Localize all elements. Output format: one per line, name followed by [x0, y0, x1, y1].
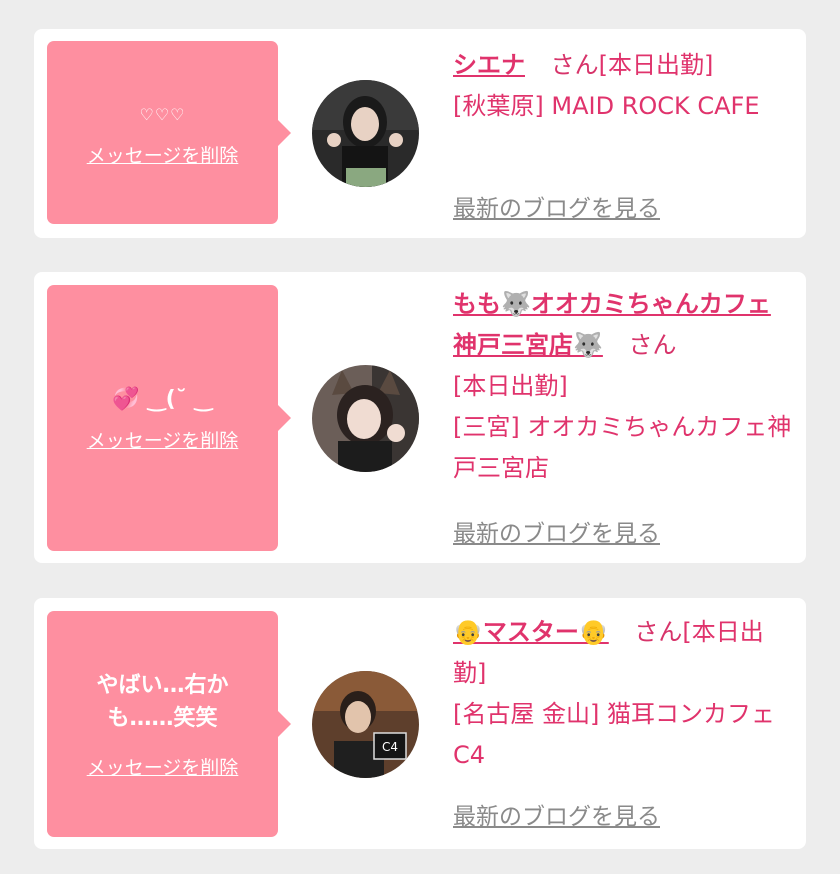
shop-area: [名古屋 金山] [453, 700, 600, 728]
avatar[interactable]: C4 [312, 671, 419, 778]
cast-name-link[interactable]: シエナ [453, 51, 525, 79]
honorific: さん [634, 618, 683, 646]
message-card-1: ♡♡♡ メッセージを削除 シエナ さん[本日出勤] [秋葉原] MAID ROC… [34, 29, 806, 238]
attendance-status: [本日出勤] [598, 51, 714, 79]
message-bubble: やばい…右かも……笑笑 メッセージを削除 [47, 611, 291, 837]
cast-info: シエナ さん[本日出勤] [秋葉原] MAID ROCK CAFE [453, 45, 793, 127]
cast-name-link[interactable]: もも🐺オオカミちゃんカフェ神戸三宮店🐺 [453, 290, 771, 359]
avatar[interactable] [312, 80, 419, 187]
delete-message-link[interactable]: メッセージを削除 [87, 141, 239, 168]
shop-area: [三宮] [453, 413, 520, 441]
message-card-2: 💞 ‿(˘ ‿ メッセージを削除 もも🐺オオカミちゃんカフェ神戸三宮店🐺 さん … [34, 272, 806, 563]
latest-blog-link[interactable]: 最新のブログを見る [453, 514, 660, 548]
delete-message-link[interactable]: メッセージを削除 [87, 426, 239, 453]
message-bubble: ♡♡♡ メッセージを削除 [47, 41, 291, 224]
message-card-3: やばい…右かも……笑笑 メッセージを削除 C4 👴マスター👴 さん[本日出勤] … [34, 598, 806, 849]
shop-area: [秋葉原] [453, 92, 544, 120]
shop-name: MAID ROCK CAFE [551, 92, 760, 120]
svg-text:C4: C4 [382, 740, 398, 754]
latest-blog-link[interactable]: 最新のブログを見る [453, 797, 660, 831]
attendance-status: [本日出勤] [453, 372, 568, 400]
message-text: ♡♡♡ [139, 104, 186, 124]
honorific: さん [550, 51, 599, 79]
cast-name-link[interactable]: 👴マスター👴 [453, 618, 609, 646]
latest-blog-link[interactable]: 最新のブログを見る [453, 189, 660, 223]
delete-message-link[interactable]: メッセージを削除 [87, 753, 239, 780]
message-bubble: 💞 ‿(˘ ‿ メッセージを削除 [47, 285, 291, 551]
message-text: やばい…右かも……笑笑 [96, 672, 229, 731]
message-text: 💞 ‿(˘ ‿ [112, 387, 213, 412]
cast-info: もも🐺オオカミちゃんカフェ神戸三宮店🐺 さん [本日出勤] [三宮] オオカミち… [453, 284, 793, 489]
cast-info: 👴マスター👴 さん[本日出勤] [名古屋 金山] 猫耳コンカフェ C4 [453, 612, 793, 776]
avatar[interactable] [312, 365, 419, 472]
honorific: さん [628, 331, 677, 359]
